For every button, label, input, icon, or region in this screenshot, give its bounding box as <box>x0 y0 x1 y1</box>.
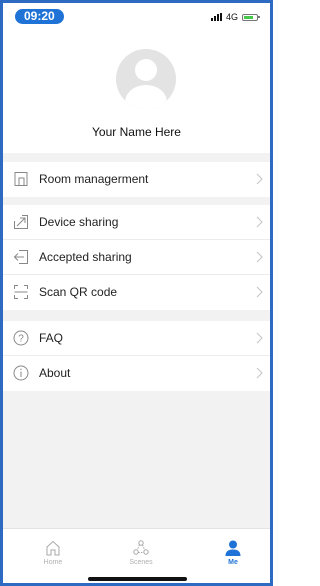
chevron-right-icon <box>256 367 263 379</box>
menu-item-label: Accepted sharing <box>39 250 132 264</box>
chevron-right-icon <box>256 216 263 228</box>
battery-icon <box>242 13 260 21</box>
chevron-right-icon <box>256 286 263 298</box>
home-icon <box>46 540 60 556</box>
tab-bar: Home Scenes Me <box>3 528 270 583</box>
tab-label: Home <box>43 559 63 566</box>
phone-frame: 09:20 4G Your Name Here Room managerment <box>0 0 273 586</box>
room-icon <box>14 172 28 186</box>
menu-item-label: Scan QR code <box>39 285 118 299</box>
signal-icon <box>210 13 222 21</box>
menu-item-scan-qr-code[interactable]: Scan QR code <box>3 275 270 310</box>
menu-group-rooms: Room managerment <box>3 162 270 197</box>
menu-item-label: Device sharing <box>39 215 119 229</box>
menu-item-accepted-sharing[interactable]: Accepted sharing <box>3 240 270 275</box>
menu-group-help: ? FAQ About <box>3 321 270 391</box>
share-out-icon <box>14 215 28 229</box>
info-icon <box>13 365 29 381</box>
tab-home[interactable]: Home <box>23 529 83 573</box>
share-in-icon <box>13 250 28 264</box>
tab-me[interactable]: Me <box>203 529 263 573</box>
menu-item-room-management[interactable]: Room managerment <box>3 162 270 197</box>
profile-header: Your Name Here <box>3 29 270 153</box>
menu-item-label: FAQ <box>39 331 64 345</box>
chevron-right-icon <box>256 173 263 185</box>
chevron-right-icon <box>256 251 263 263</box>
status-bar: 09:20 4G <box>3 3 270 29</box>
menu-item-device-sharing[interactable]: Device sharing <box>3 205 270 240</box>
network-label: 4G <box>225 12 238 22</box>
menu-group-sharing: Device sharing Accepted sharing Scan QR … <box>3 205 270 310</box>
menu-item-label: Room managerment <box>39 172 149 186</box>
menu-item-about[interactable]: About <box>3 356 270 391</box>
status-time: 09:20 <box>15 9 64 24</box>
scan-icon <box>14 285 28 299</box>
avatar[interactable] <box>116 49 176 109</box>
svg-text:?: ? <box>18 334 24 345</box>
tab-label: Me <box>228 559 238 566</box>
scenes-icon <box>133 540 149 555</box>
chevron-right-icon <box>256 332 263 344</box>
menu-item-faq[interactable]: ? FAQ <box>3 321 270 356</box>
tab-label: Scenes <box>129 559 153 566</box>
question-icon: ? <box>13 330 29 346</box>
status-indicators: 4G <box>210 12 260 22</box>
menu-item-label: About <box>39 366 71 380</box>
home-indicator <box>88 577 187 581</box>
profile-name[interactable]: Your Name Here <box>3 125 270 139</box>
person-icon <box>225 540 241 556</box>
tab-scenes[interactable]: Scenes <box>111 529 171 573</box>
